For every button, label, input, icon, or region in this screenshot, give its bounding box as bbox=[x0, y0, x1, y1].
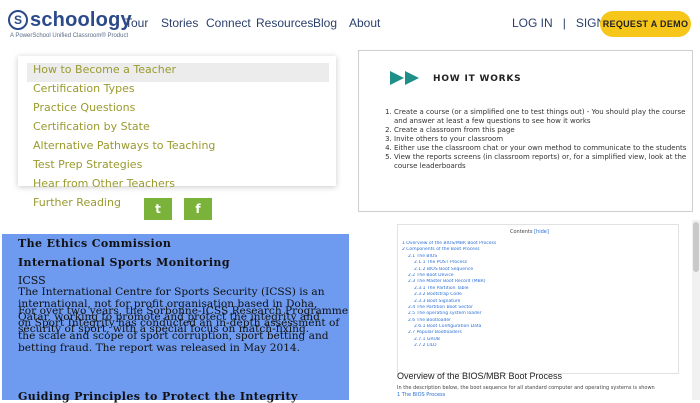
nav-about[interactable]: About bbox=[349, 16, 380, 30]
nav-stories[interactable]: Stories bbox=[161, 16, 198, 30]
teacher-resources-menu: How to Become a Teacher Certification Ty… bbox=[27, 63, 329, 215]
logo-text: schoology bbox=[30, 9, 132, 31]
step-item: Invite others to your classroom bbox=[394, 135, 694, 144]
top-navigation-bar: S schoology A PowerSchool Unified Classr… bbox=[0, 0, 700, 48]
menu-item-alternative-pathways[interactable]: Alternative Pathways to Teaching bbox=[27, 139, 329, 158]
page-scrollbar[interactable] bbox=[692, 220, 700, 400]
step-item: Either use the classroom chat or your ow… bbox=[394, 144, 694, 153]
menu-item-test-prep[interactable]: Test Prep Strategies bbox=[27, 158, 329, 177]
boot-process-description: In the description below, the boot seque… bbox=[397, 385, 655, 391]
menu-item-further-reading[interactable]: Further Reading bbox=[27, 196, 329, 215]
contents-title: Contents [hide] bbox=[510, 229, 549, 235]
how-it-works-title: HOW IT WORKS bbox=[433, 74, 522, 84]
step-item: Create a course (or a simplified one to … bbox=[394, 108, 694, 126]
play-arrows-icon bbox=[390, 71, 419, 85]
boot-process-heading: Overview of the BIOS/MBR Boot Process bbox=[397, 371, 563, 381]
hide-toc-link[interactable]: [hide] bbox=[534, 229, 549, 235]
how-it-works-steps: Create a course (or a simplified one to … bbox=[382, 108, 694, 171]
table-of-contents: 1 Overview of the BIOS/MBR Boot Process … bbox=[402, 241, 672, 350]
logo-tagline: A PowerSchool Unified Classroom® Product bbox=[10, 33, 129, 39]
step-item: Create a classroom from this page bbox=[394, 126, 694, 135]
boot-process-subitem[interactable]: 1 The BIOS Process bbox=[397, 392, 445, 398]
scrollbar-thumb[interactable] bbox=[693, 222, 699, 272]
toc-item[interactable]: 2.7.2 LILO bbox=[402, 343, 672, 349]
paragraph-research-programme: For over two years, the Sorbonne-ICSS Re… bbox=[18, 305, 349, 354]
heading-sports-monitoring: International Sports Monitoring bbox=[18, 256, 230, 269]
nav-resources[interactable]: Resources bbox=[256, 16, 313, 30]
auth-divider: | bbox=[562, 16, 566, 30]
menu-item-certification-by-state[interactable]: Certification by State bbox=[27, 120, 329, 139]
menu-item-certification-types[interactable]: Certification Types bbox=[27, 82, 329, 101]
menu-item-hear-from-teachers[interactable]: Hear from Other Teachers bbox=[27, 177, 329, 196]
boot-process-document: Contents [hide] 1 Overview of the BIOS/M… bbox=[397, 224, 679, 374]
heading-ethics-commission: The Ethics Commission bbox=[18, 237, 172, 250]
nav-connect[interactable]: Connect bbox=[206, 16, 251, 30]
login-link[interactable]: LOG IN bbox=[512, 16, 553, 30]
schoology-logo[interactable]: S schoology A PowerSchool Unified Classr… bbox=[8, 8, 132, 40]
facebook-icon[interactable]: f bbox=[184, 198, 212, 220]
twitter-icon[interactable]: t bbox=[144, 198, 172, 220]
heading-guiding-principles: Guiding Principles to Protect the Integr… bbox=[18, 390, 298, 403]
request-demo-button[interactable]: REQUEST A DEMO bbox=[600, 11, 691, 37]
nav-blog[interactable]: Blog bbox=[313, 16, 337, 30]
menu-item-practice-questions[interactable]: Practice Questions bbox=[27, 101, 329, 120]
step-item: View the reports screens (in classroom r… bbox=[394, 153, 694, 171]
logo-mark-icon: S bbox=[8, 10, 28, 30]
menu-item-become-teacher[interactable]: How to Become a Teacher bbox=[27, 63, 329, 82]
nav-tour[interactable]: Tour bbox=[125, 16, 148, 30]
